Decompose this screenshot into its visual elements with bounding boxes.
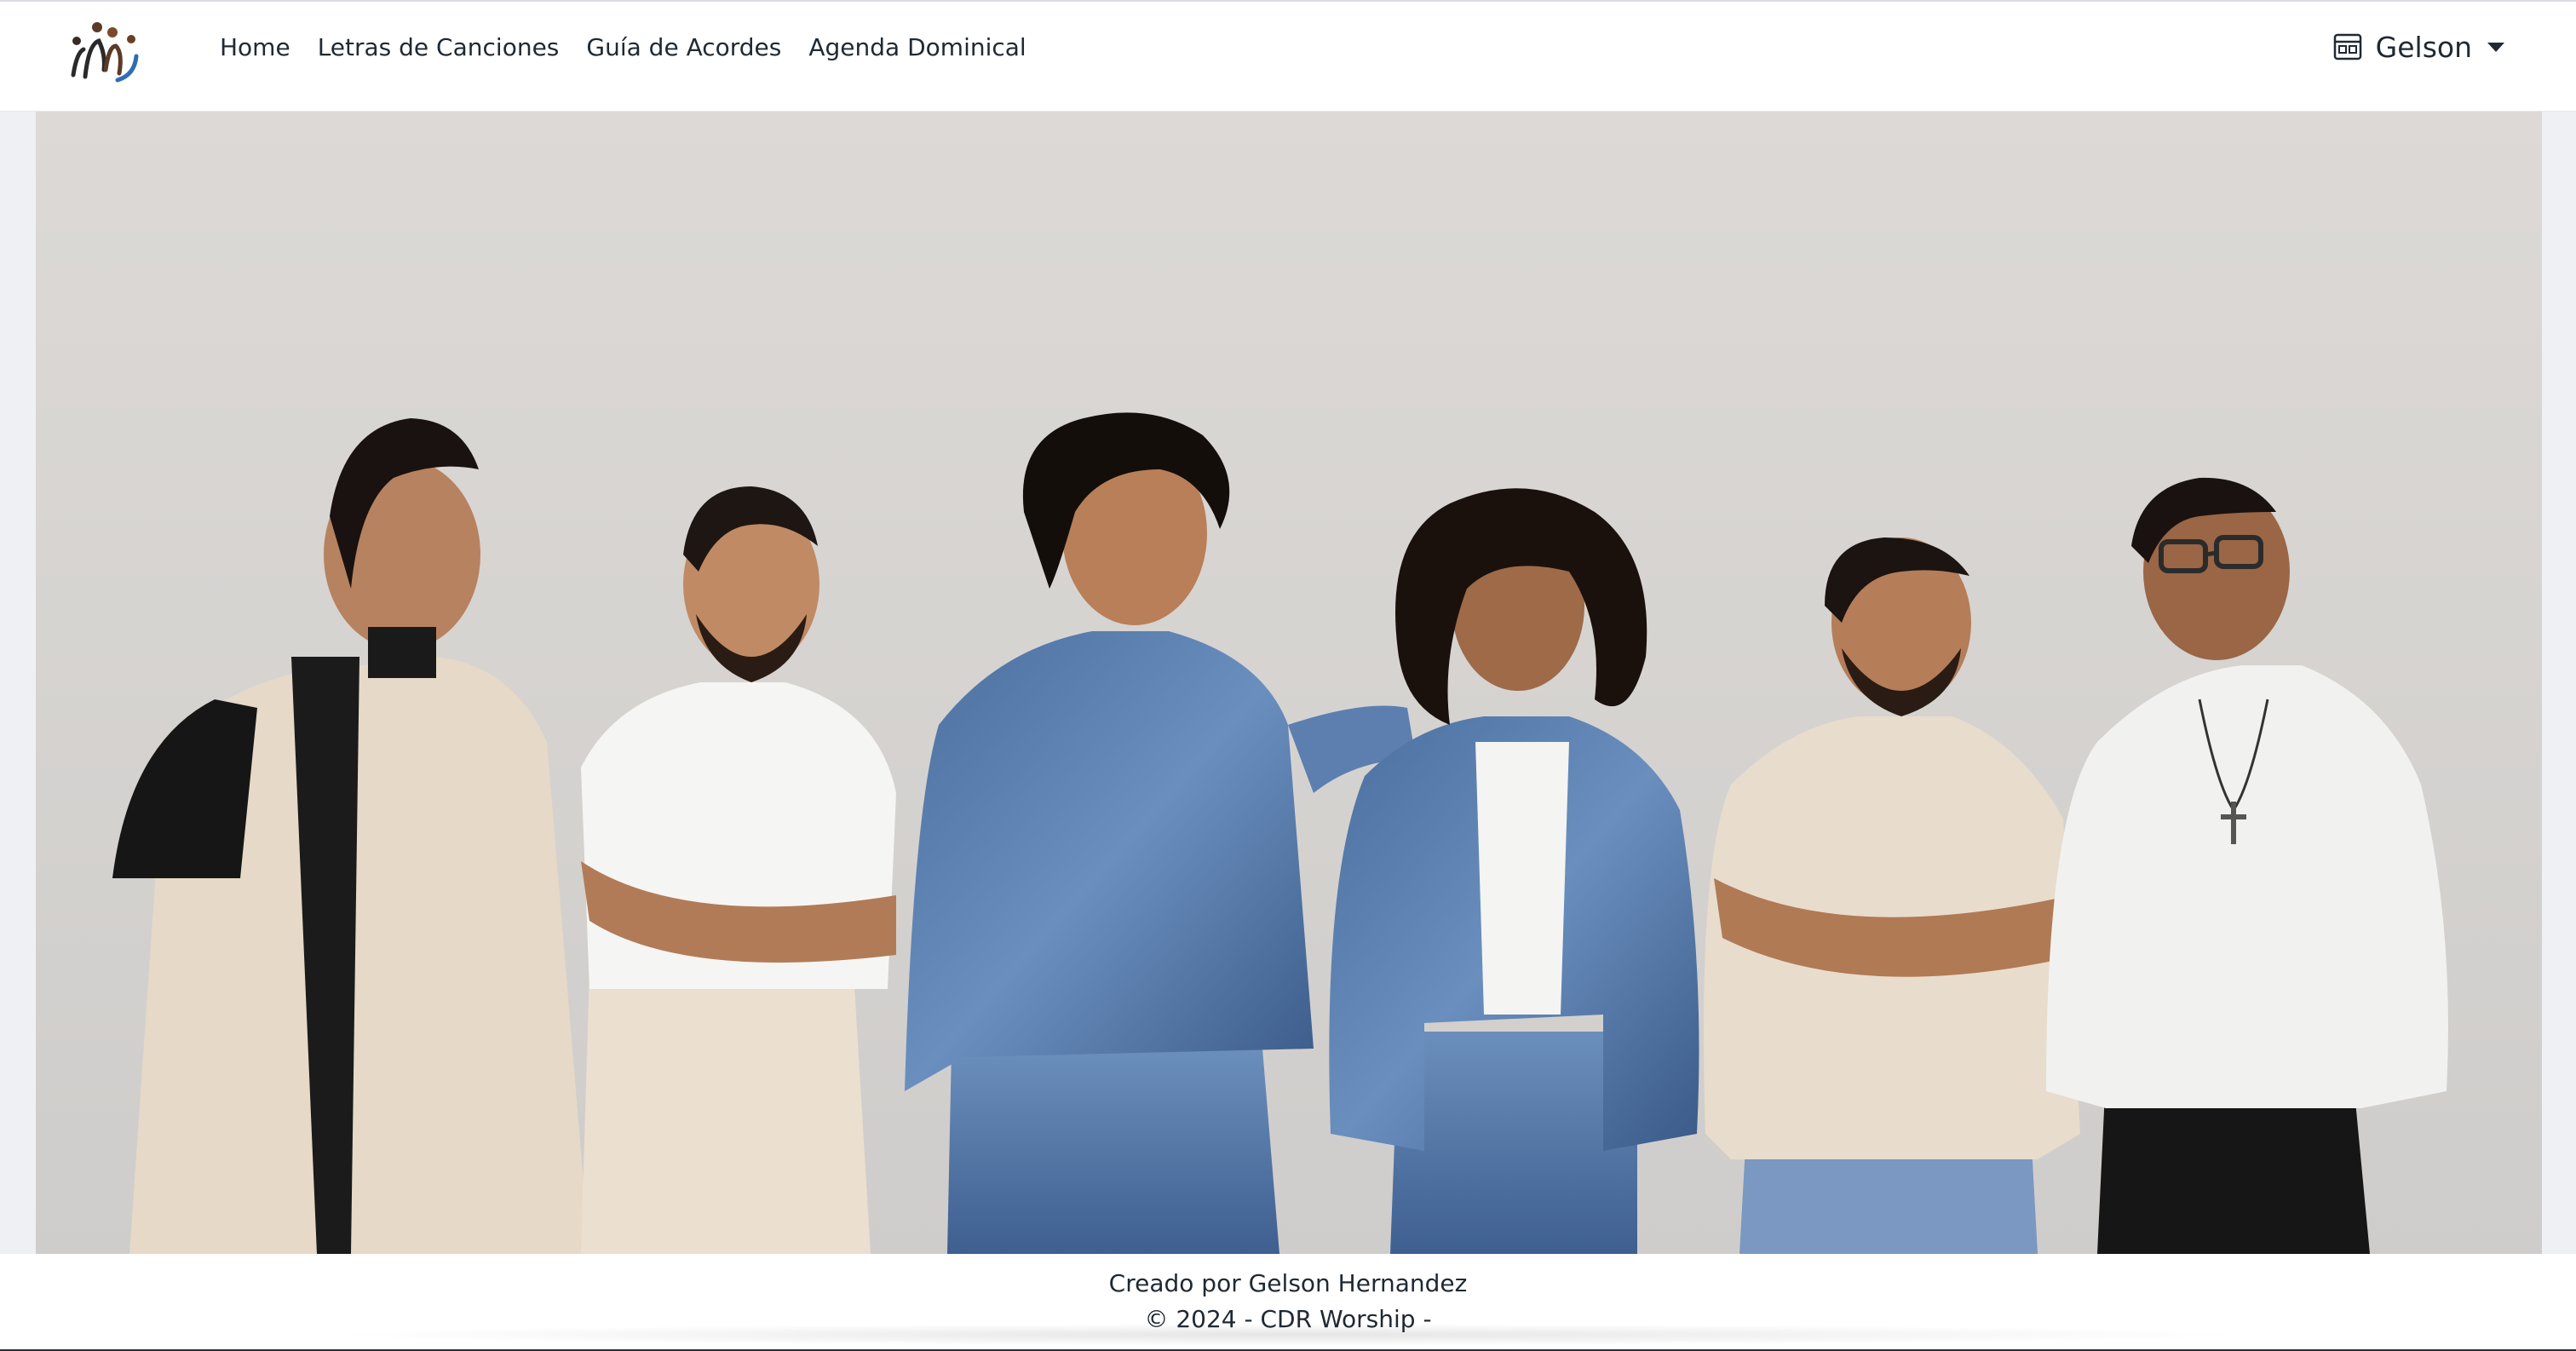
team-photo bbox=[36, 112, 2542, 1254]
nav-link-sunday-agenda[interactable]: Agenda Dominical bbox=[808, 33, 1026, 61]
footer-credit: Creado por Gelson Hernandez bbox=[1108, 1269, 1468, 1297]
page-footer: Creado por Gelson Hernandez © 2024 - CDR… bbox=[0, 1254, 2576, 1351]
main-nav: Home Letras de Canciones Guía de Acordes… bbox=[220, 2, 1054, 92]
brand-logo[interactable] bbox=[63, 10, 145, 92]
nav-link-chord-guide[interactable]: Guía de Acordes bbox=[586, 33, 781, 61]
nav-link-song-lyrics[interactable]: Letras de Canciones bbox=[318, 33, 560, 61]
hero-team-photo bbox=[36, 112, 2542, 1254]
top-navbar: Home Letras de Canciones Guía de Acordes… bbox=[0, 0, 2576, 112]
user-name: Gelson bbox=[2375, 30, 2472, 64]
worship-team-logo-icon bbox=[71, 22, 139, 83]
nav-link-home[interactable]: Home bbox=[220, 33, 290, 61]
chevron-down-icon bbox=[2487, 42, 2504, 52]
calendar-badge-icon bbox=[2333, 33, 2361, 60]
footer-copyright: © 2024 - CDR Worship - bbox=[1144, 1305, 1432, 1333]
user-dropdown[interactable]: Gelson bbox=[2333, 2, 2504, 92]
